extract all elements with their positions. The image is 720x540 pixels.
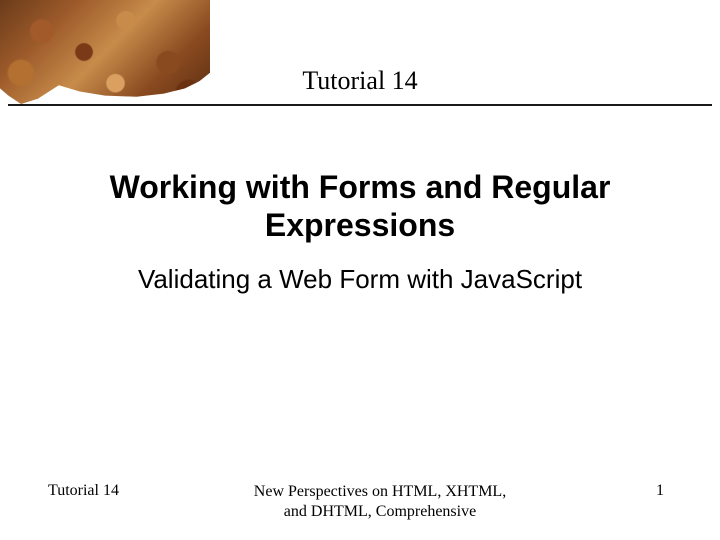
main-title: Working with Forms and Regular Expressio…: [40, 168, 680, 245]
divider-rule: [8, 104, 712, 106]
footer-left: Tutorial 14: [0, 482, 200, 500]
slide: Tutorial 14 Working with Forms and Regul…: [0, 0, 720, 540]
header-area: Tutorial 14: [0, 0, 720, 126]
footer: Tutorial 14 New Perspectives on HTML, XH…: [0, 482, 720, 522]
chapter-label: Tutorial 14: [0, 66, 720, 96]
sub-title: Validating a Web Form with JavaScript: [40, 264, 680, 295]
footer-center: New Perspectives on HTML, XHTML, and DHT…: [200, 482, 560, 522]
footer-center-line1: New Perspectives on HTML, XHTML,: [254, 483, 506, 500]
page-number: 1: [560, 482, 720, 500]
footer-center-line2: and DHTML, Comprehensive: [284, 503, 476, 520]
